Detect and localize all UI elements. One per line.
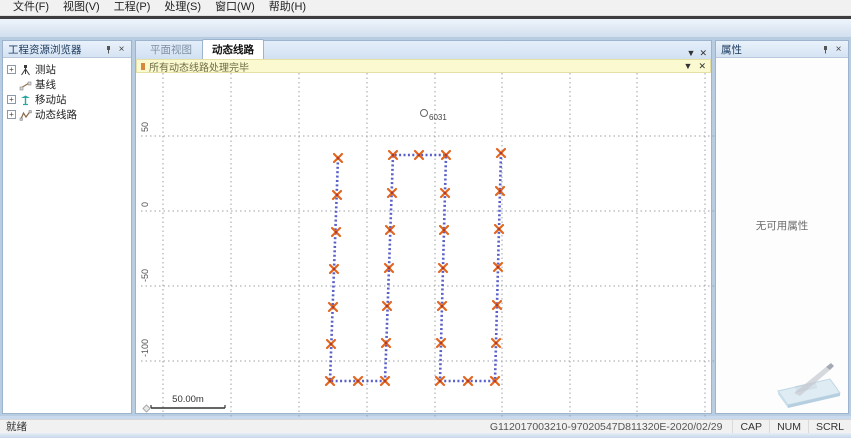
status-bar: 就绪 G112017003210-97020547D811320E-2020/0… — [0, 419, 851, 433]
watermark-logo: ▒▒▒▒▒ — [768, 353, 844, 409]
rover-icon — [19, 93, 32, 105]
application-window: 文件(F) 视图(V) 工程(P) 处理(S) 窗口(W) 帮助(H) 工程资源… — [0, 0, 851, 438]
y-axis-tick-label: -100 — [140, 339, 150, 357]
plot-svg[interactable]: 50 0 -50 -100 6031 50.00m — [136, 73, 715, 418]
plot-canvas[interactable]: 50 0 -50 -100 6031 50.00m — [136, 73, 711, 413]
info-bar: 所有动态线路处理完毕 ▼ ✕ — [136, 59, 711, 73]
epoch-marker-icon[interactable] — [492, 339, 500, 347]
expand-icon[interactable]: + — [7, 95, 16, 104]
pin-icon[interactable] — [102, 43, 115, 56]
epoch-marker-icon[interactable] — [497, 149, 505, 157]
tab-plan-view[interactable]: 平面视图 — [140, 39, 202, 59]
scale-bar-label: 50.00m — [172, 394, 204, 405]
control-point-marker[interactable] — [421, 110, 428, 117]
no-properties-message: 无可用属性 — [716, 218, 848, 233]
info-bar-message: 所有动态线路处理完毕 — [149, 59, 684, 74]
menu-view[interactable]: 视图(V) — [56, 0, 107, 15]
pin-icon[interactable] — [819, 43, 832, 56]
tab-dynamic-route[interactable]: 动态线路 — [202, 39, 264, 59]
menu-file[interactable]: 文件(F) — [6, 0, 56, 15]
caps-lock-indicator: CAP — [732, 420, 769, 433]
epoch-marker-icon[interactable] — [383, 302, 391, 310]
project-explorer-titlebar: 工程资源浏览器 × — [3, 41, 131, 58]
info-bar-dropdown-icon[interactable]: ▼ — [684, 60, 693, 72]
properties-titlebar: 属性 × — [716, 41, 848, 58]
properties-title: 属性 — [721, 42, 819, 57]
num-lock-indicator: NUM — [769, 420, 808, 433]
close-icon[interactable]: × — [832, 43, 845, 56]
scroll-lock-indicator: SCRL — [808, 420, 851, 433]
tree-item-baselines[interactable]: 基线 — [7, 77, 131, 91]
epoch-marker-icon[interactable] — [495, 225, 503, 233]
project-explorer-title: 工程资源浏览器 — [8, 42, 102, 57]
epoch-marker-icon[interactable] — [381, 377, 389, 385]
tree-item-label: 移动站 — [35, 92, 67, 107]
properties-body: 无可用属性 ▒▒▒▒▒ — [716, 58, 848, 413]
tab-bar: 平面视图 动态线路 ▼ ✕ — [136, 41, 711, 59]
info-bar-close-icon[interactable]: ✕ — [698, 60, 706, 72]
epoch-marker-icon[interactable] — [327, 340, 335, 348]
y-axis-tick-label: 50 — [140, 122, 150, 132]
document-area: 平面视图 动态线路 ▼ ✕ 所有动态线路处理完毕 ▼ ✕ 50 0 -50 -100 6… — [135, 40, 712, 414]
epoch-marker-icon[interactable] — [330, 265, 338, 273]
y-axis-tick-label: -50 — [140, 269, 150, 282]
cursor-position-icon — [143, 405, 150, 412]
control-point-label: 6031 — [429, 113, 447, 122]
menu-process[interactable]: 处理(S) — [157, 0, 208, 15]
close-icon[interactable]: × — [115, 43, 128, 56]
y-axis-tick-label: 0 — [140, 202, 150, 207]
window-bottom-edge — [0, 433, 851, 438]
dock-area: 工程资源浏览器 × + 测站 — [0, 38, 851, 416]
baseline-icon — [19, 78, 32, 90]
expand-icon[interactable]: + — [7, 110, 16, 119]
route-icon — [19, 108, 32, 120]
epoch-marker-icon[interactable] — [439, 264, 447, 272]
epoch-marker-icon[interactable] — [441, 189, 449, 197]
resource-tree: + 测站 基线 + — [3, 58, 131, 413]
menu-project[interactable]: 工程(P) — [107, 0, 158, 15]
keyboard-indicators: CAP NUM SCRL — [732, 420, 851, 433]
tree-item-routes[interactable]: + 动态线路 — [7, 107, 131, 121]
route-track-line[interactable] — [330, 153, 501, 381]
menu-help[interactable]: 帮助(H) — [262, 0, 313, 15]
toolbar-strip — [0, 19, 851, 38]
epoch-marker-icon[interactable] — [334, 154, 342, 162]
status-session-id: G112017003210-97020547D811320E-2020/02/2… — [490, 421, 733, 433]
tab-close-icon[interactable]: ✕ — [699, 47, 707, 59]
properties-panel: 属性 × 无可用属性 ▒▒▒▒▒ — [715, 40, 849, 414]
tree-item-label: 测站 — [35, 62, 56, 77]
menu-bar: 文件(F) 视图(V) 工程(P) 处理(S) 窗口(W) 帮助(H) — [0, 0, 851, 16]
info-bar-marker-icon — [141, 63, 145, 70]
tree-item-stations[interactable]: + 测站 — [7, 62, 131, 76]
status-ready-text: 就绪 — [0, 419, 490, 434]
menu-window[interactable]: 窗口(W) — [208, 0, 262, 15]
expand-icon[interactable]: + — [7, 65, 16, 74]
project-explorer-panel: 工程资源浏览器 × + 测站 — [2, 40, 132, 414]
tab-list-dropdown-icon[interactable]: ▼ — [687, 47, 696, 59]
station-icon — [19, 63, 32, 75]
tree-item-label: 基线 — [35, 77, 56, 92]
tree-item-rovers[interactable]: + 移动站 — [7, 92, 131, 106]
tree-item-label: 动态线路 — [35, 107, 77, 122]
